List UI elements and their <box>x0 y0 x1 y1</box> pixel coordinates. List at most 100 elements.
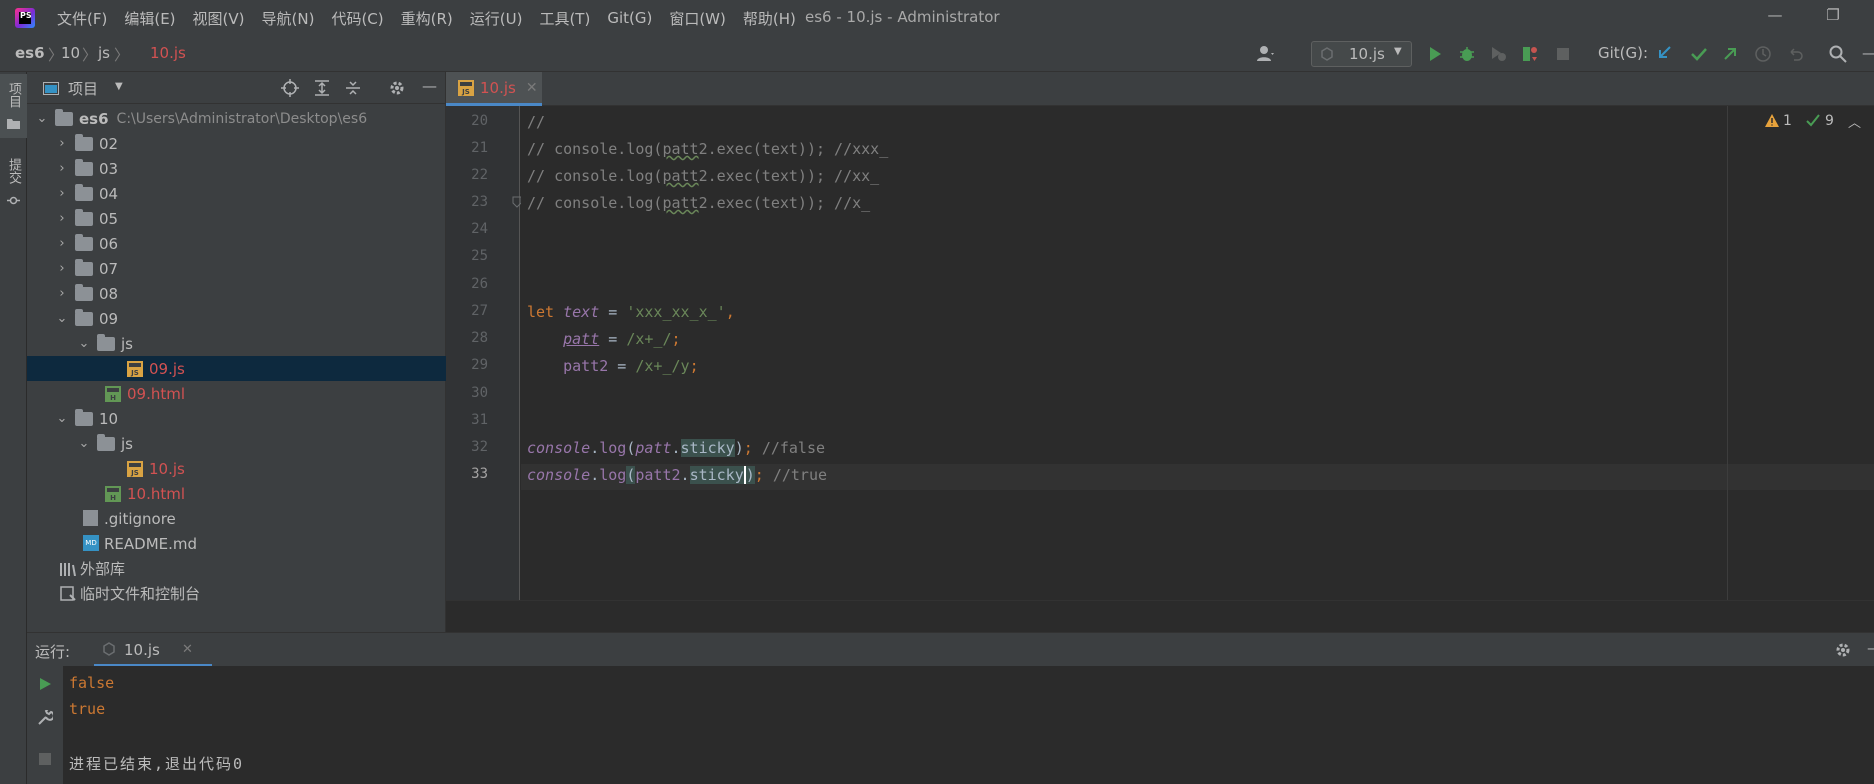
breadcrumb-10[interactable]: 10 <box>61 44 80 62</box>
folder-icon <box>75 408 93 426</box>
tree-item-external-libraries[interactable]: 外部库 <box>27 556 446 581</box>
tree-item-es6[interactable]: ⌄ es6 C:\Users\Administrator\Desktop\es6 <box>27 106 446 131</box>
tree-item-gitignore[interactable]: .gitignore <box>27 506 446 531</box>
rollback-icon[interactable] <box>1786 44 1806 64</box>
tree-item-folder-js[interactable]: ⌄ js <box>27 431 446 456</box>
breadcrumb-10js[interactable]: 10.js <box>150 44 186 62</box>
menu-view[interactable]: 视图(V) <box>193 8 245 29</box>
close-icon[interactable]: ✕ <box>526 80 538 96</box>
tree-item-folder[interactable]: › 04 <box>27 181 446 206</box>
tree-item-folder-09[interactable]: ⌄ 09 <box>27 306 446 331</box>
run-config-dropdown[interactable]: 10.js ▼ <box>1311 41 1412 67</box>
chevron-right-icon[interactable]: › <box>55 236 69 251</box>
profile-icon[interactable] <box>1520 44 1540 64</box>
tree-item-folder[interactable]: › 06 <box>27 231 446 256</box>
tree-item-09js[interactable]: JS 09.js <box>27 356 446 381</box>
menu-code[interactable]: 代码(C) <box>331 8 383 29</box>
menu-run[interactable]: 运行(U) <box>470 8 523 29</box>
gear-icon[interactable] <box>388 79 406 97</box>
locate-icon[interactable] <box>281 79 299 97</box>
tree-item-readme[interactable]: MD README.md <box>27 531 446 556</box>
tree-item-folder[interactable]: › 08 <box>27 281 446 306</box>
chevron-up-icon[interactable]: ︿ <box>1848 112 1861 131</box>
warning-icon[interactable] <box>1765 114 1779 127</box>
chevron-down-icon[interactable]: ⌄ <box>77 436 91 451</box>
js-file-icon: JS <box>127 360 143 377</box>
chevron-down-icon[interactable]: ⌄ <box>35 111 49 126</box>
stop-icon[interactable] <box>38 752 52 766</box>
folder-icon <box>75 283 93 301</box>
chevron-down-icon[interactable]: ▼ <box>115 81 123 92</box>
tool-window-strip: 项目 提交 <box>0 72 27 784</box>
tree-item-scratches[interactable]: 临时文件和控制台 <box>27 581 446 606</box>
chevron-right-icon[interactable]: › <box>55 211 69 226</box>
stop-icon[interactable] <box>1553 44 1573 64</box>
chevron-right-icon[interactable]: › <box>55 161 69 176</box>
debug-icon[interactable] <box>1457 44 1477 64</box>
user-icon[interactable] <box>1256 44 1276 64</box>
more-icon[interactable]: — <box>1862 44 1874 62</box>
tree-item-folder[interactable]: › 07 <box>27 256 446 281</box>
code-line: // console.log(patt2.exec(text)); //xxx_ <box>527 140 889 158</box>
expand-all-icon[interactable] <box>313 79 331 97</box>
restore-button[interactable]: ❐ <box>1813 6 1853 30</box>
editor-bottom-spacer <box>446 600 1874 632</box>
chevron-right-icon[interactable]: › <box>55 261 69 276</box>
breadcrumb-js[interactable]: js <box>98 44 110 62</box>
tree-item-folder-js[interactable]: ⌄ js <box>27 331 446 356</box>
git-label: Git(G): <box>1598 44 1649 62</box>
search-icon[interactable] <box>1828 44 1848 64</box>
menu-refactor[interactable]: 重构(R) <box>401 8 453 29</box>
code-editor[interactable]: // // console.log(patt2.exec(text)); //x… <box>521 106 1874 600</box>
navigation-toolbar: es6 〉 10 〉 js 〉 JS 10.js 10.js ▼ Git(G):… <box>0 36 1874 98</box>
menu-tools[interactable]: 工具(T) <box>539 8 590 29</box>
tree-item-folder-10[interactable]: ⌄ 10 <box>27 406 446 431</box>
output-line: 进程已结束,退出代码0 <box>69 755 245 773</box>
run-icon[interactable] <box>1425 44 1445 64</box>
wrench-icon[interactable] <box>37 710 53 726</box>
tree-item-label: 09.js <box>149 359 185 378</box>
menu-navigate[interactable]: 导航(N) <box>262 8 315 29</box>
chevron-right-icon[interactable]: › <box>55 136 69 151</box>
menu-file[interactable]: 文件(F) <box>57 8 107 29</box>
coverage-icon[interactable] <box>1488 44 1508 64</box>
editor-tab-10js[interactable]: JS 10.js ✕ <box>446 72 542 106</box>
close-icon[interactable]: ✕ <box>182 642 193 657</box>
project-tool-tab[interactable]: 项目 <box>0 74 27 138</box>
tree-item-10html[interactable]: H 10.html <box>27 481 446 506</box>
run-output[interactable]: false true 进程已结束,退出代码0 <box>63 666 1874 784</box>
gear-icon[interactable] <box>1834 641 1852 659</box>
chevron-right-icon[interactable]: › <box>55 286 69 301</box>
tree-item-09html[interactable]: H 09.html <box>27 381 446 406</box>
tree-item-10js[interactable]: JS 10.js <box>27 456 446 481</box>
check-icon[interactable] <box>1806 114 1820 127</box>
menu-bar: PS 文件(F) 编辑(E) 视图(V) 导航(N) 代码(C) 重构(R) 运… <box>0 0 1874 36</box>
chevron-right-icon[interactable]: › <box>55 186 69 201</box>
folder-icon <box>75 183 93 201</box>
breadcrumb-es6[interactable]: es6 <box>15 44 45 62</box>
git-commit-icon[interactable] <box>1689 44 1709 64</box>
collapse-all-icon[interactable] <box>344 79 362 97</box>
history-icon[interactable] <box>1753 44 1773 64</box>
menu-help[interactable]: 帮助(H) <box>743 8 796 29</box>
line-number-gutter: 20 21 22 23 24 25 26 27 28 29 30 31 32 3… <box>446 106 522 600</box>
menu-window[interactable]: 窗口(W) <box>669 8 726 29</box>
phpstorm-logo-icon: PS <box>15 8 35 28</box>
tree-item-folder[interactable]: › 05 <box>27 206 446 231</box>
tree-item-folder[interactable]: › 02 <box>27 131 446 156</box>
project-panel-title[interactable]: 项目 <box>68 78 98 99</box>
commit-tool-tab[interactable]: 提交 <box>0 150 27 214</box>
chevron-down-icon[interactable]: ⌄ <box>55 311 69 326</box>
git-update-icon[interactable] <box>1655 44 1675 64</box>
git-push-icon[interactable] <box>1720 44 1740 64</box>
minimize-button[interactable]: — <box>1755 6 1795 30</box>
menu-edit[interactable]: 编辑(E) <box>124 8 175 29</box>
chevron-down-icon[interactable]: ⌄ <box>55 411 69 426</box>
run-tab-10js[interactable]: 10.js ✕ <box>94 633 212 667</box>
chevron-down-icon[interactable]: ⌄ <box>77 336 91 351</box>
tree-item-folder[interactable]: › 03 <box>27 156 446 181</box>
hide-icon[interactable]: — <box>422 77 437 95</box>
menu-git[interactable]: Git(G) <box>607 9 652 27</box>
rerun-icon[interactable] <box>37 676 53 692</box>
hide-icon[interactable]: — <box>1867 639 1874 657</box>
